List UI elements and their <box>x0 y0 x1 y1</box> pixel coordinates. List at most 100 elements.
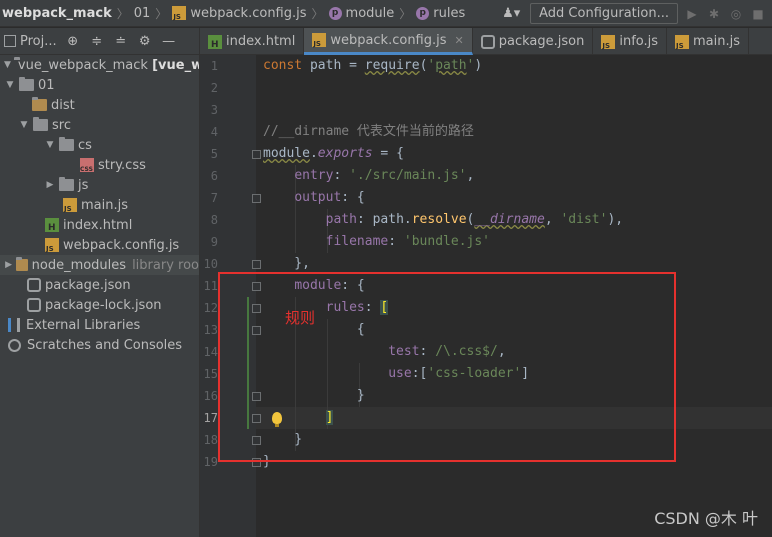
tree-item-label: src <box>52 117 71 133</box>
gear-icon[interactable]: ⚙ <box>137 34 153 49</box>
json-file-icon <box>27 278 41 292</box>
code-line-1: const path = require('path') <box>263 58 483 73</box>
js-file-icon <box>172 6 187 21</box>
line-number: 13 <box>203 323 218 337</box>
collapse-all-icon[interactable]: ≐ <box>113 34 129 49</box>
tree-item-main-js[interactable]: main.js <box>0 195 199 215</box>
code-line-9: filename: 'bundle.js' <box>325 234 490 249</box>
library-icon <box>8 318 20 332</box>
tree-item-webpack-config[interactable]: webpack.config.js <box>0 235 199 255</box>
line-number: 18 <box>203 433 218 447</box>
fold-marker[interactable] <box>252 150 261 159</box>
line-number: 8 <box>210 213 218 227</box>
debug-icon[interactable]: ✱ <box>706 6 722 22</box>
breadcrumb-rules[interactable]: p rules <box>416 6 465 21</box>
tree-item-label: js <box>78 177 89 193</box>
fold-marker[interactable] <box>252 194 261 203</box>
code-line-7: output: { <box>294 190 365 205</box>
tab-label: index.html <box>226 34 296 49</box>
js-file-icon <box>601 34 616 50</box>
line-number: 7 <box>210 191 218 205</box>
folder-icon <box>19 77 34 91</box>
project-view-icon[interactable] <box>4 35 16 47</box>
chevron-down-icon: ▼ <box>4 60 11 70</box>
line-number: 19 <box>203 455 218 469</box>
tab-webpack-config[interactable]: webpack.config.js ✕ <box>304 28 473 55</box>
tree-item-label: node_modules <box>31 257 127 273</box>
tree-item-label: webpack.config.js <box>63 237 180 253</box>
library-root-hint: library roo <box>132 257 199 273</box>
tree-item-scratches[interactable]: Scratches and Consoles <box>0 335 199 355</box>
tree-item-label: External Libraries <box>26 317 141 333</box>
line-number: 4 <box>210 125 218 139</box>
js-file-icon <box>45 238 59 253</box>
line-number-current: 17 <box>203 411 218 425</box>
tree-item-dist[interactable]: dist <box>0 95 199 115</box>
chevron-down-icon: ▼ <box>46 140 54 150</box>
code-line-4: //__dirname 代表文件当前的路径 <box>263 124 474 139</box>
tree-item-label: package-lock.json <box>45 297 162 313</box>
tab-info-js[interactable]: info.js <box>593 28 668 55</box>
tree-item-module-name: [vue_web <box>152 57 199 73</box>
line-number: 10 <box>203 257 218 271</box>
tab-label: webpack.config.js <box>330 32 447 48</box>
js-file-icon <box>312 33 327 48</box>
scratches-icon <box>8 338 21 352</box>
code-line-6: entry: './src/main.js', <box>294 168 475 183</box>
line-number: 16 <box>203 389 218 403</box>
add-configuration-button[interactable]: Add Configuration... <box>530 3 678 24</box>
tree-item-root[interactable]: ▼ vue_webpack_mack [vue_web <box>0 55 199 75</box>
tab-main-js[interactable]: main.js <box>667 28 750 55</box>
tree-item-label: vue_webpack_mack <box>17 57 148 73</box>
tree-item-index-html[interactable]: index.html <box>0 215 199 235</box>
line-number: 5 <box>210 147 218 161</box>
tree-item-package-json[interactable]: package.json <box>0 275 199 295</box>
tab-label: info.js <box>619 34 659 49</box>
tree-item-node-modules[interactable]: ▶ node_modules library roo <box>0 255 199 275</box>
tree-item-external-libraries[interactable]: External Libraries <box>0 315 199 335</box>
stop-icon[interactable]: ■ <box>750 6 766 22</box>
fold-marker[interactable] <box>252 260 261 269</box>
folder-icon <box>59 137 74 151</box>
crosshair-icon[interactable]: ⊕ <box>65 34 81 49</box>
tree-item-label: stry.css <box>98 157 146 173</box>
annotation-label: 规则 <box>285 309 316 327</box>
user-icon[interactable]: ♟▾ <box>502 6 524 22</box>
tree-item-label: main.js <box>81 197 128 213</box>
breadcrumb-module[interactable]: p module <box>328 6 394 21</box>
chevron-right-icon: ▶ <box>46 180 54 190</box>
tree-item-package-lock[interactable]: package-lock.json <box>0 295 199 315</box>
tree-item-src[interactable]: ▼ src <box>0 115 199 135</box>
tree-item-01[interactable]: ▼ 01 <box>0 75 199 95</box>
minimize-icon[interactable]: — <box>161 34 177 49</box>
expand-all-icon[interactable]: ≑ <box>89 34 105 49</box>
tree-item-js[interactable]: ▶ js <box>0 175 199 195</box>
tree-item-label: dist <box>51 97 75 113</box>
chevron-right-icon: 〉 <box>116 6 129 21</box>
tab-label: main.js <box>693 34 741 49</box>
breadcrumb-project[interactable]: webpack_mack <box>0 6 112 21</box>
run-icon[interactable]: ▶ <box>684 6 700 22</box>
breadcrumb-file[interactable]: webpack.config.js <box>172 6 307 21</box>
project-view-dropdown[interactable]: Proj... <box>20 34 57 49</box>
line-number: 9 <box>210 235 218 249</box>
line-number: 11 <box>203 279 218 293</box>
tab-index-html[interactable]: index.html <box>200 28 305 55</box>
js-file-icon <box>675 34 690 50</box>
line-number: 6 <box>210 169 218 183</box>
folder-icon <box>59 177 74 191</box>
js-file-icon <box>63 198 77 213</box>
tree-item-stry-css[interactable]: stry.css <box>0 155 199 175</box>
html-file-icon <box>208 34 222 50</box>
property-icon: p <box>328 6 342 20</box>
tab-package-json[interactable]: package.json <box>473 28 594 55</box>
json-file-icon <box>480 34 495 49</box>
json-file-icon <box>27 298 41 312</box>
breadcrumb-folder[interactable]: 01 <box>134 6 151 21</box>
close-icon[interactable]: ✕ <box>455 34 464 47</box>
code-line-5: module.exports = { <box>263 146 404 161</box>
coverage-icon[interactable]: ◎ <box>728 6 744 22</box>
line-number: 3 <box>210 103 218 117</box>
html-file-icon <box>45 218 59 233</box>
tree-item-cs[interactable]: ▼ cs <box>0 135 199 155</box>
